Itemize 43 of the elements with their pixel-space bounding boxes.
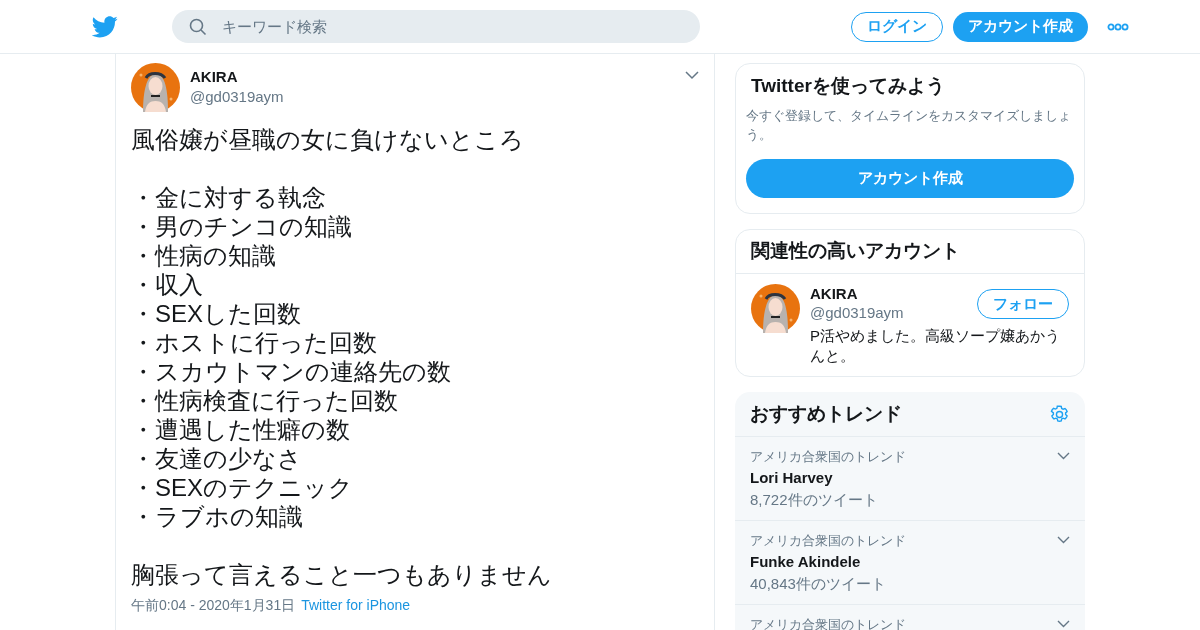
timestamp[interactable]: 午前0:04 - 2020年1月31日 — [131, 595, 296, 616]
display-name[interactable]: AKIRA — [810, 284, 977, 303]
tweet-line: ・ラブホの知識 — [131, 502, 303, 531]
tweet-line: ・スカウトマンの連絡先の数 — [131, 357, 451, 386]
user-handle[interactable]: @gd0319aym — [190, 87, 284, 107]
account-bio: P活やめました。高級ソープ嬢あかうんと。 — [810, 326, 1061, 366]
source-link[interactable]: Twitter for iPhone — [301, 595, 411, 616]
tweet-line: ・性病検査に行った回数 — [131, 386, 398, 415]
tweet-line: ・SEXのテクニック — [131, 473, 354, 502]
settings-icon[interactable] — [1049, 403, 1070, 425]
user-handle[interactable]: @gd0319aym — [810, 303, 977, 322]
trend-context: アメリカ合衆国のトレンド — [750, 448, 907, 466]
tweet-count: 8,722件のツイート — [750, 490, 879, 510]
tweet-count: 40,843件のツイート — [750, 574, 887, 594]
display-name[interactable]: AKIRA — [190, 67, 284, 87]
trend-name[interactable]: Lori Harvey — [750, 467, 1057, 489]
chevron-down-icon[interactable] — [1057, 620, 1070, 628]
signup-button[interactable]: アカウント作成 — [953, 11, 1088, 42]
chevron-down-icon[interactable] — [685, 71, 699, 80]
tweet-line: ・ホストに行った回数 — [131, 328, 377, 357]
chevron-down-icon[interactable] — [1057, 452, 1070, 460]
card-title: 関連性の高いアカウント — [736, 230, 1084, 274]
card-title: Twitterを使ってみよう — [750, 74, 946, 98]
tweet-line: 風俗嬢が昼職の女に負けないところ — [131, 125, 524, 154]
signup-button[interactable]: アカウント作成 — [746, 159, 1074, 198]
tweet-line: ・SEXした回数 — [131, 299, 302, 328]
card-description: 今すぐ登録して、タイムラインをカスタマイズしましょう。 — [746, 107, 1072, 144]
search-field[interactable]: キーワード検索 — [172, 10, 700, 43]
tweet-line: ・友達の少なさ — [131, 444, 302, 473]
tweet-line: ・遭遇した性癖の数 — [131, 415, 350, 444]
tweet-line: ・性病の知識 — [131, 241, 276, 270]
tweet-line: ・収入 — [131, 270, 203, 299]
search-icon — [189, 18, 207, 36]
tweet-line: ・男のチンコの知識 — [131, 212, 352, 241]
trend-name[interactable]: Funke Akindele — [750, 551, 1057, 573]
bird-logo-icon[interactable] — [92, 15, 118, 38]
trend-context: アメリカ合衆国のトレンド — [750, 616, 907, 630]
card-title: おすすめトレンド — [750, 401, 902, 426]
trend-context: アメリカ合衆国のトレンド — [750, 532, 907, 550]
chevron-down-icon[interactable] — [1057, 536, 1070, 544]
tweet-line: ・金に対する執念 — [131, 183, 326, 212]
more-icon[interactable] — [1107, 22, 1129, 31]
tweet-line: 胸張って言えること一つもありません — [131, 560, 552, 589]
